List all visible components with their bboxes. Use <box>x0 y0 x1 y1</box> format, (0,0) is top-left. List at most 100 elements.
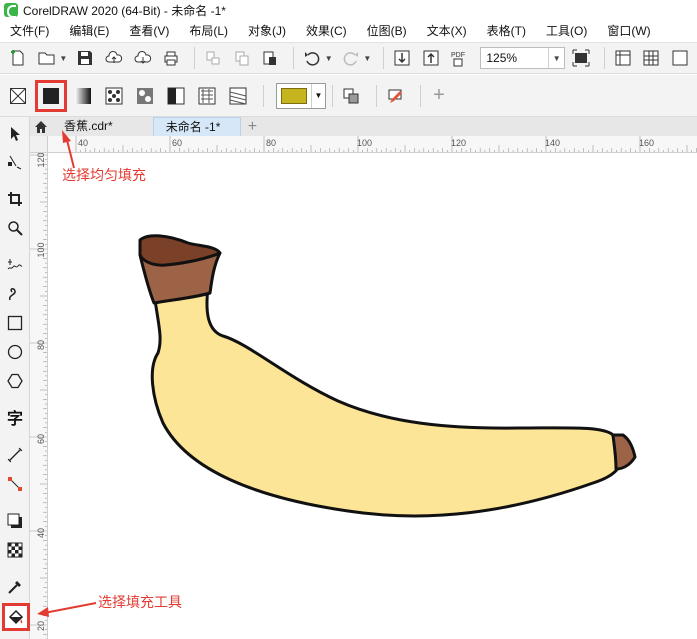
cut-button[interactable] <box>201 46 225 70</box>
home-tab[interactable] <box>30 117 52 136</box>
print-button[interactable] <box>159 46 183 70</box>
download-cloud-button[interactable] <box>131 46 155 70</box>
import-icon <box>394 50 410 66</box>
parallel-dimension-tool[interactable] <box>4 444 26 466</box>
ruler-h-label: 160 <box>639 138 655 148</box>
rectangle-tool[interactable] <box>4 312 26 334</box>
horizontal-ruler[interactable]: 40 60 80 100 120 140 160 <box>48 136 697 153</box>
zoom-level-value: 125% <box>486 51 518 65</box>
menu-bitmaps[interactable]: 位图(B) <box>357 20 417 42</box>
crop-tool[interactable] <box>4 188 26 210</box>
publish-pdf-button[interactable]: PDF <box>448 46 472 70</box>
show-grid-button[interactable] <box>640 46 664 70</box>
color-eyedropper-tool[interactable] <box>4 576 26 598</box>
home-icon <box>35 120 47 133</box>
add-button[interactable]: + <box>427 84 451 108</box>
show-guidelines-button[interactable] <box>668 46 692 70</box>
save-icon <box>78 51 93 65</box>
menu-view[interactable]: 查看(V) <box>119 20 179 42</box>
menu-edit[interactable]: 编辑(E) <box>59 20 119 42</box>
toolbar-separator <box>263 84 264 107</box>
polygon-icon <box>7 373 23 389</box>
menu-table[interactable]: 表格(T) <box>477 20 536 42</box>
ruler-v-label: 80 <box>36 340 46 351</box>
rulers-icon <box>615 50 631 66</box>
open-dropdown-arrow-icon[interactable]: ▼ <box>59 54 67 63</box>
magnifier-icon <box>8 221 23 236</box>
polygon-tool[interactable] <box>4 370 26 392</box>
tab-banana-cdr[interactable]: 香蕉.cdr* <box>52 117 153 136</box>
show-rulers-button[interactable] <box>611 46 635 70</box>
cut-icon <box>206 51 220 65</box>
zoom-tool[interactable] <box>4 217 26 239</box>
menu-window[interactable]: 窗口(W) <box>597 20 660 42</box>
menu-layout[interactable]: 布局(L) <box>179 20 238 42</box>
fountain-fill-icon <box>75 87 91 104</box>
no-fill-button[interactable] <box>6 84 30 108</box>
menu-bar: 文件(F) 编辑(E) 查看(V) 布局(L) 对象(J) 效果(C) 位图(B… <box>0 20 697 42</box>
transparency-tool[interactable] <box>4 539 26 561</box>
menu-effects[interactable]: 效果(C) <box>296 20 357 42</box>
uniform-fill-icon <box>43 87 59 104</box>
texture-fill-icon <box>198 87 216 104</box>
import-button[interactable] <box>390 46 414 70</box>
eyedropper-icon <box>8 581 21 594</box>
banana-drawing[interactable] <box>48 153 697 639</box>
text-tool[interactable]: 字 <box>4 406 26 428</box>
fountain-fill-button[interactable] <box>71 84 95 108</box>
color-dropdown-arrow-icon[interactable]: ▼ <box>311 83 325 108</box>
copy-fill-icon <box>343 88 359 103</box>
connector-tool[interactable] <box>4 473 26 495</box>
bitmap-pattern-fill-button[interactable] <box>133 84 157 108</box>
ellipse-tool[interactable] <box>4 341 26 363</box>
artistic-media-tool[interactable] <box>4 283 26 305</box>
shape-tool[interactable] <box>4 151 26 173</box>
texture-fill-button[interactable] <box>195 84 219 108</box>
redo-dropdown-arrow-icon[interactable]: ▼ <box>363 54 371 63</box>
full-screen-preview-button[interactable] <box>569 46 593 70</box>
toolbar-separator <box>420 84 421 107</box>
undo-dropdown-arrow-icon[interactable]: ▼ <box>325 54 333 63</box>
upload-cloud-button[interactable] <box>102 46 126 70</box>
undo-button[interactable] <box>300 46 324 70</box>
fill-color-picker[interactable]: ▼ <box>276 82 326 109</box>
two-color-pattern-fill-button[interactable] <box>164 84 188 108</box>
menu-file[interactable]: 文件(F) <box>0 20 59 42</box>
drop-shadow-icon <box>7 513 22 528</box>
interactive-fill-tool[interactable] <box>2 603 30 631</box>
open-button[interactable] <box>35 46 59 70</box>
ruler-h-label: 60 <box>172 138 183 148</box>
vertical-ruler[interactable]: 120 100 80 60 40 20 <box>30 153 48 639</box>
horizontal-ruler-ticks <box>75 136 697 152</box>
ruler-corner[interactable] <box>30 136 48 153</box>
drawing-canvas[interactable] <box>48 153 697 639</box>
drop-shadow-tool[interactable] <box>4 510 26 532</box>
postscript-fill-button[interactable] <box>226 84 250 108</box>
new-document-button[interactable] <box>6 46 30 70</box>
rectangle-icon <box>7 315 23 331</box>
vector-pattern-fill-button[interactable] <box>102 84 126 108</box>
edit-fill-button[interactable] <box>383 84 407 108</box>
redo-button[interactable] <box>339 46 363 70</box>
menu-text[interactable]: 文本(X) <box>417 20 477 42</box>
zoom-dropdown-arrow-icon[interactable]: ▼ <box>548 48 564 68</box>
paste-button[interactable] <box>258 46 282 70</box>
export-button[interactable] <box>419 46 443 70</box>
ruler-v-label: 20 <box>36 621 46 632</box>
save-button[interactable] <box>73 46 97 70</box>
zoom-level-select[interactable]: 125% ▼ <box>480 47 566 69</box>
add-tab-button[interactable]: + <box>241 117 263 136</box>
menu-object[interactable]: 对象(J) <box>238 20 296 42</box>
ruler-h-label: 40 <box>78 138 89 148</box>
uniform-fill-button[interactable] <box>35 79 67 112</box>
fill-color-swatch <box>281 87 307 104</box>
copy-button[interactable] <box>230 46 254 70</box>
ruler-h-label: 80 <box>266 138 277 148</box>
copy-fill-button[interactable] <box>339 84 363 108</box>
paste-icon <box>263 51 277 65</box>
menu-tools[interactable]: 工具(O) <box>536 20 597 42</box>
freehand-tool[interactable] <box>4 254 26 276</box>
grid-icon <box>643 50 659 66</box>
pick-tool[interactable] <box>4 123 26 145</box>
tab-untitled-1[interactable]: 未命名 -1* <box>152 117 242 136</box>
